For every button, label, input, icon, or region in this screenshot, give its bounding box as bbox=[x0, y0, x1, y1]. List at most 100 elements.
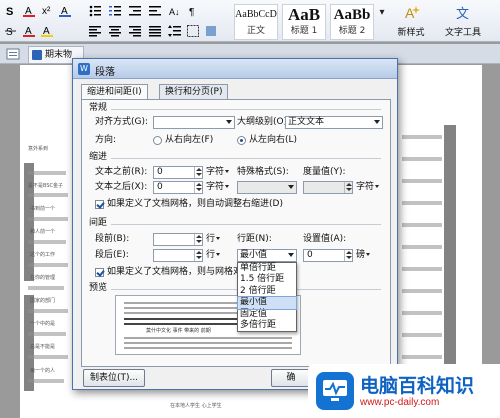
measure-spinner[interactable] bbox=[303, 181, 353, 194]
doc-line bbox=[28, 171, 66, 175]
indent-after-unit[interactable]: 字符 bbox=[206, 181, 230, 194]
doc-snippet: 意外系到 bbox=[28, 146, 49, 152]
font-color-icon[interactable]: A bbox=[58, 4, 72, 18]
text-tools-button[interactable]: 文 文字工具 bbox=[438, 4, 488, 40]
spinner-arrows-icon[interactable] bbox=[344, 182, 352, 193]
setting-value: 0 bbox=[307, 250, 313, 260]
shading-icon[interactable]: A bbox=[40, 24, 54, 38]
snap-to-grid-checkbox[interactable] bbox=[95, 268, 104, 277]
style-heading-1[interactable]: AaB 标题 1 bbox=[282, 4, 326, 40]
decrease-indent-icon[interactable] bbox=[128, 4, 142, 18]
outline-level-value: 正文文本 bbox=[288, 117, 325, 127]
style-sample: AaBb bbox=[333, 7, 371, 23]
shading-fill-icon[interactable] bbox=[204, 24, 218, 38]
align-left-icon[interactable] bbox=[88, 24, 102, 38]
option-minimum[interactable]: 最小值 bbox=[237, 296, 297, 310]
style-normal[interactable]: AaBbCcD 正文 bbox=[234, 4, 278, 40]
option-multiple[interactable]: 多倍行距 bbox=[238, 320, 296, 331]
ltr-label[interactable]: 从左向右(L) bbox=[249, 134, 297, 147]
doc-line bbox=[28, 263, 68, 267]
spinner-arrows-icon[interactable] bbox=[194, 182, 202, 193]
indent-after-spinner[interactable]: 0 bbox=[153, 181, 203, 194]
space-before-label: 段前(B): bbox=[95, 234, 130, 244]
svg-text:S: S bbox=[6, 6, 13, 18]
spinner-arrows-icon[interactable] bbox=[194, 167, 202, 178]
doc-snippet: 书到前一个 bbox=[30, 206, 56, 212]
increase-indent-icon[interactable] bbox=[148, 4, 162, 18]
tabs-button[interactable]: 制表位(T)... bbox=[83, 369, 145, 387]
space-after-unit[interactable]: 行 bbox=[206, 249, 221, 262]
alignment-select[interactable] bbox=[153, 116, 235, 129]
watermark: 电脑百科知识 www.pc-daily.com bbox=[308, 364, 500, 418]
svg-text:文: 文 bbox=[456, 7, 469, 22]
rtl-radio[interactable] bbox=[153, 136, 162, 145]
preview-line bbox=[124, 337, 292, 339]
chevron-down-icon bbox=[375, 185, 380, 188]
numbered-list-icon[interactable] bbox=[108, 4, 122, 18]
doc-line bbox=[28, 286, 64, 290]
option-1-5[interactable]: 1.5 倍行距 bbox=[238, 274, 296, 285]
tab-list-icon[interactable] bbox=[6, 48, 20, 60]
direction-label: 方向: bbox=[95, 135, 117, 145]
ok-button[interactable]: 确 bbox=[271, 369, 311, 387]
show-marks-icon[interactable]: ¶ bbox=[186, 4, 200, 18]
line-spacing-icon[interactable] bbox=[168, 24, 182, 38]
section-spacing: 间距 bbox=[89, 218, 108, 228]
special-format-select[interactable] bbox=[237, 181, 297, 194]
style-heading-2[interactable]: AaBb 标题 2 bbox=[330, 4, 374, 40]
align-center-icon[interactable] bbox=[108, 24, 122, 38]
doc-line bbox=[402, 267, 442, 271]
doc-snippet: 和人前一个 bbox=[30, 229, 56, 235]
doc-snippet: 第一个的人 bbox=[30, 368, 56, 374]
setting-value-unit[interactable]: 磅 bbox=[356, 249, 371, 262]
doc-line bbox=[28, 309, 68, 313]
rtl-label[interactable]: 从右向左(F) bbox=[165, 134, 213, 147]
ltr-radio[interactable] bbox=[237, 136, 246, 145]
tab-indent-spacing[interactable]: 缩进和间距(I) bbox=[81, 84, 148, 100]
space-before-spinner[interactable] bbox=[153, 233, 203, 246]
option-double[interactable]: 2 倍行距 bbox=[238, 286, 296, 297]
doc-snippet: 国家的部门 bbox=[30, 298, 56, 304]
line-spacing-dropdown: 单倍行距 1.5 倍行距 2 倍行距 最小值 固定值 多倍行距 bbox=[237, 262, 297, 332]
line-spacing-select[interactable]: 最小值 bbox=[237, 249, 297, 262]
tab-line-page-breaks[interactable]: 换行和分页(P) bbox=[159, 84, 229, 99]
space-after-spinner[interactable] bbox=[153, 249, 203, 262]
bold-icon[interactable]: S bbox=[4, 4, 18, 18]
bullet-list-icon[interactable] bbox=[88, 4, 102, 18]
borders-icon[interactable] bbox=[186, 24, 200, 38]
align-right-icon[interactable] bbox=[128, 24, 142, 38]
chevron-down-icon bbox=[216, 237, 221, 240]
dialog-titlebar[interactable]: W 段落 bbox=[73, 59, 397, 79]
indent-after-label: 文本之后(X): bbox=[95, 182, 148, 192]
outline-level-select[interactable]: 正文文本 bbox=[285, 116, 383, 129]
auto-adjust-label[interactable]: 如果定义了文档网格，则自动调整右缩进(D) bbox=[107, 198, 283, 211]
strikethrough-icon[interactable]: S bbox=[4, 24, 18, 38]
chevron-down-icon bbox=[366, 253, 371, 256]
space-before-unit[interactable]: 行 bbox=[206, 233, 221, 246]
doc-snippet: 这个的工作 bbox=[30, 252, 56, 258]
outline-level-label: 大纲级别(O): bbox=[237, 117, 291, 127]
highlight-icon[interactable]: x² bbox=[40, 4, 54, 18]
sort-icon[interactable]: A↓ bbox=[168, 4, 182, 18]
section-preview: 预览 bbox=[89, 283, 108, 293]
new-style-button[interactable]: A 新样式 bbox=[390, 4, 432, 40]
indent-before-unit[interactable]: 字符 bbox=[206, 166, 230, 179]
spinner-arrows-icon[interactable] bbox=[194, 250, 202, 261]
measure-unit[interactable]: 字符 bbox=[356, 181, 380, 194]
indent-before-spinner[interactable]: 0 bbox=[153, 166, 203, 179]
text-color-icon[interactable]: A bbox=[22, 4, 36, 18]
justify-icon[interactable] bbox=[148, 24, 162, 38]
spinner-arrows-icon[interactable] bbox=[344, 250, 352, 261]
spinner-arrows-icon[interactable] bbox=[194, 234, 202, 245]
preview-text: 莫什中文化 事件 带来的 前期 bbox=[146, 328, 211, 334]
option-single[interactable]: 单倍行距 bbox=[238, 263, 296, 274]
snap-to-grid-label[interactable]: 如果定义了文档网格，则与网格对齐 bbox=[107, 266, 251, 279]
preview-line bbox=[124, 347, 292, 349]
style-sample: AaB bbox=[287, 5, 321, 24]
font-color-a-icon[interactable]: A bbox=[22, 24, 36, 38]
option-fixed[interactable]: 固定值 bbox=[238, 309, 296, 320]
chevron-down-icon bbox=[216, 253, 221, 256]
auto-adjust-checkbox[interactable] bbox=[95, 200, 104, 209]
styles-more-icon[interactable]: ▾ bbox=[378, 6, 386, 20]
setting-value-spinner[interactable]: 0 bbox=[303, 249, 353, 262]
